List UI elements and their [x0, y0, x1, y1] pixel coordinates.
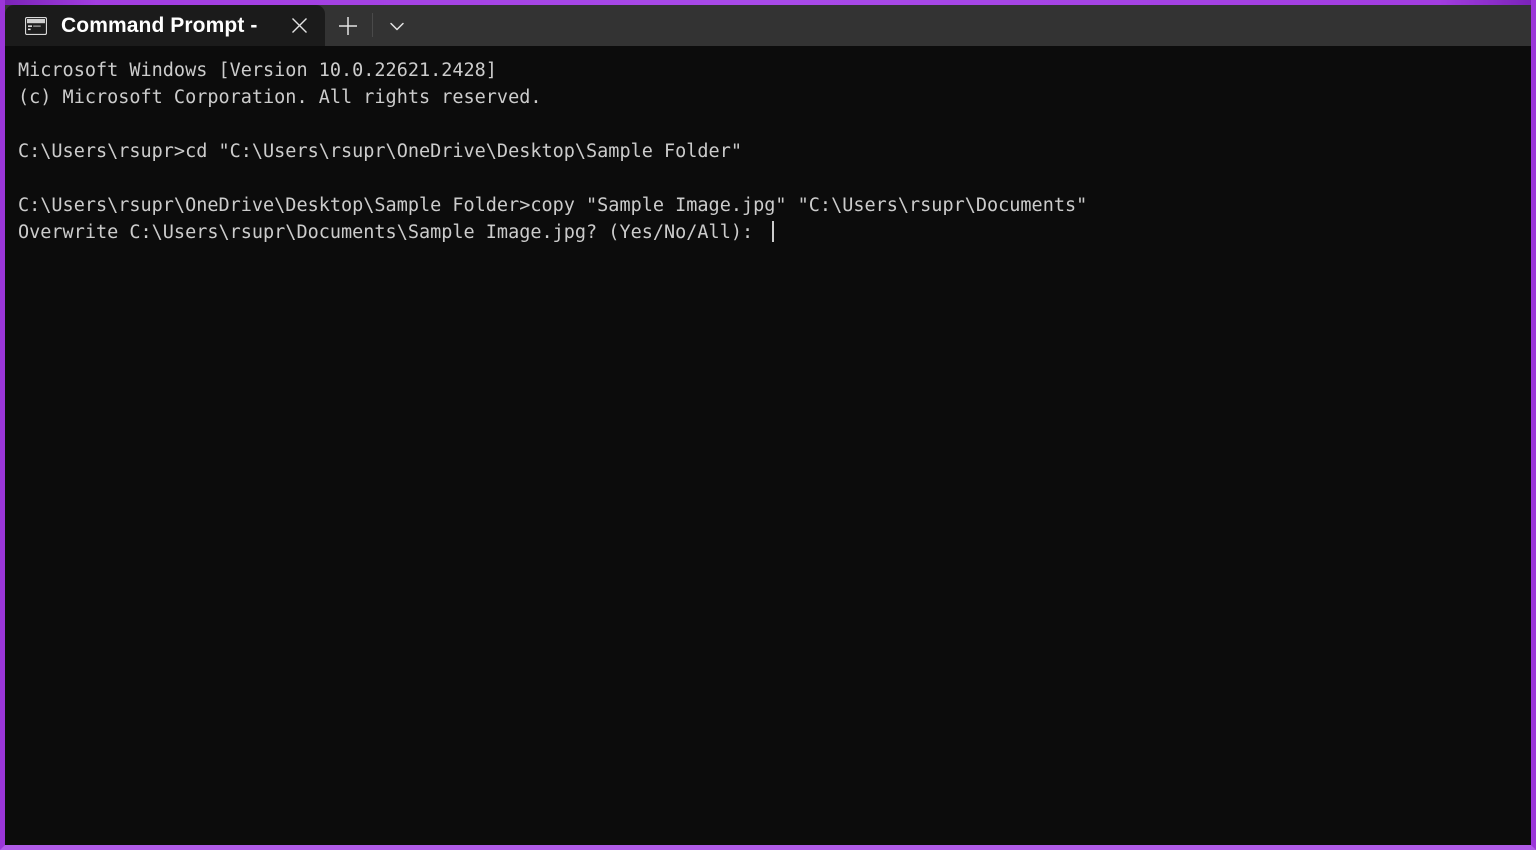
new-tab-button[interactable] [325, 5, 371, 46]
tab-strip: Command Prompt - [5, 5, 1531, 46]
close-icon[interactable] [279, 10, 319, 42]
chevron-down-icon[interactable] [374, 5, 420, 46]
console-line: (c) Microsoft Corporation. All rights re… [18, 87, 542, 108]
console-line: Overwrite C:\Users\rsupr\Documents\Sampl… [18, 219, 1531, 246]
tabstrip-divider [372, 13, 373, 37]
command-prompt-icon [24, 16, 48, 35]
console-line: C:\Users\rsupr>cd "C:\Users\rsupr\OneDri… [18, 141, 742, 162]
console-text: Microsoft Windows [Version 10.0.22621.24… [18, 57, 1531, 246]
terminal-window: Command Prompt - Microsoft Windows [Vers… [0, 0, 1536, 850]
console-line: C:\Users\rsupr\OneDrive\Desktop\Sample F… [18, 195, 1088, 216]
terminal-output-area[interactable]: Microsoft Windows [Version 10.0.22621.24… [5, 46, 1531, 845]
console-line: Microsoft Windows [Version 10.0.22621.24… [18, 60, 497, 81]
tab-command-prompt[interactable]: Command Prompt - [5, 5, 325, 46]
tab-title: Command Prompt - [61, 13, 258, 37]
text-cursor [772, 221, 775, 242]
